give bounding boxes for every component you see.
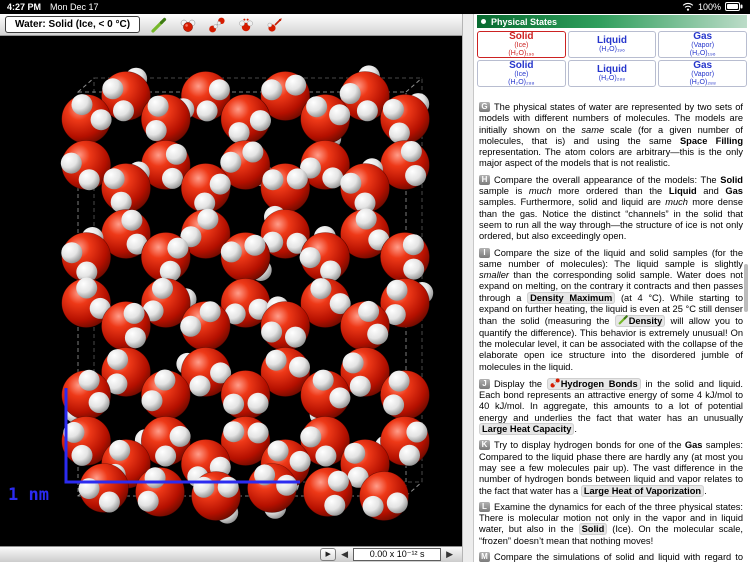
text-segment: Liquid xyxy=(668,186,697,197)
paragraph-badge: M xyxy=(479,551,490,562)
state-button-gas-196[interactable]: Gas (Vapor) (H₂O)₁₉₆ xyxy=(658,31,747,58)
playback-bar: ▶ ◀ 0.00 x 10⁻¹² s ▶ xyxy=(0,546,462,562)
paragraph-k: K Try to display hydrogen bonds for one o… xyxy=(479,440,743,497)
scrollbar-thumb[interactable] xyxy=(744,264,748,312)
panel-header: Physical States xyxy=(477,15,747,28)
wifi-icon xyxy=(682,2,694,13)
paragraph-badge: J xyxy=(479,378,490,389)
state-formula: (H₂O)₂₈₈ xyxy=(598,74,626,82)
state-name: Liquid xyxy=(596,34,627,46)
status-right: 100% xyxy=(682,1,743,13)
inline-link[interactable]: Large Heat Capacity xyxy=(479,423,575,436)
text-segment: representation. The atom colors are arbi… xyxy=(479,147,743,169)
text-segment: Display the xyxy=(494,378,547,389)
inline-link[interactable]: Hydrogen Bonds xyxy=(546,377,641,390)
text-segment: Solid xyxy=(720,174,743,185)
state-subtitle: (Vapor) xyxy=(691,70,715,78)
state-formula: (H₂O)₁₉₆ xyxy=(508,49,535,57)
paragraph-badge: I xyxy=(479,247,490,258)
text-segment: samples. Furthermore, solid and liquid a… xyxy=(479,197,666,208)
model-selector[interactable]: Water: Solid (Ice, < 0 °C) xyxy=(5,16,141,33)
text-segment: . xyxy=(574,424,577,435)
molecule-canvas: 1 nm xyxy=(8,65,434,524)
molecule-viewport[interactable]: 1 nm xyxy=(0,36,462,546)
state-button-solid-196[interactable]: Solid (Ice) (H₂O)₁₉₆ xyxy=(477,31,566,58)
paragraph-j: J Display the Hydrogen Bonds in the solid… xyxy=(479,377,743,436)
time-display: 0.00 x 10⁻¹² s xyxy=(353,548,442,561)
state-button-gas-288[interactable]: Gas (Vapor) (H₂O)₂₈₈ xyxy=(658,60,747,87)
paragraph-badge: K xyxy=(479,440,490,451)
state-formula: (H₂O)₂₈₈ xyxy=(689,78,716,86)
pane-divider xyxy=(462,14,474,562)
paragraph-h: H Compare the overall appearance of the m… xyxy=(479,174,743,243)
state-name: Liquid xyxy=(596,63,627,75)
measure-pencil-icon[interactable] xyxy=(149,15,169,35)
state-grid: Solid (Ice) (H₂O)₁₉₆ Liquid (H₂O)₁₉₆ Gas… xyxy=(477,31,747,87)
state-formula: (H₂O)₁₉₆ xyxy=(689,49,716,57)
state-formula: (H₂O)₂₈₈ xyxy=(508,78,535,86)
status-left: 4:27 PM Mon Dec 17 xyxy=(7,2,99,12)
paragraph-m: M Compare the simulations of solid and li… xyxy=(479,551,743,562)
info-panel: Physical States Solid (Ice) (H₂O)₁₉₆ Liq… xyxy=(474,14,750,562)
state-name: Solid xyxy=(509,30,534,42)
text-segment: and xyxy=(696,186,726,197)
scale-label: 1 nm xyxy=(8,485,49,505)
text-segment: Compare the overall appearance of the mo… xyxy=(494,174,721,185)
step-back-button[interactable]: ◀ xyxy=(341,549,348,560)
text-segment: Try to display hydrogen bonds for one of… xyxy=(494,440,685,451)
state-name: Gas xyxy=(693,59,713,71)
text-segment: Compare the simulations of solid and liq… xyxy=(494,551,743,562)
toolbar: Water: Solid (Ice, < 0 °C) xyxy=(0,14,462,36)
play-button[interactable]: ▶ xyxy=(320,548,337,561)
state-button-liquid-196[interactable]: Liquid (H₂O)₁₉₆ xyxy=(567,31,657,58)
battery-icon xyxy=(725,1,743,13)
inline-link[interactable]: Density xyxy=(614,315,666,328)
text-segment: more ordered than the xyxy=(551,186,669,197)
state-name: Solid xyxy=(509,59,534,71)
simulation-pane: Water: Solid (Ice, < 0 °C) 1 nm ▶ ◀ 0.00… xyxy=(0,14,462,562)
state-subtitle: (Vapor) xyxy=(691,41,715,49)
state-formula: (H₂O)₁₉₆ xyxy=(599,45,625,53)
inline-link[interactable]: Large Heat of Vaporization xyxy=(580,484,705,497)
water-molecule-icon[interactable] xyxy=(178,15,198,35)
app-window: 4:27 PM Mon Dec 17 100% Water: Solid (Ic… xyxy=(0,0,750,562)
hbond-icon xyxy=(550,378,560,388)
text-segment: Compare the size of the liquid and solid… xyxy=(479,247,743,269)
hydrogen-bond-icon[interactable] xyxy=(207,15,227,35)
text-segment: Space Filling xyxy=(679,135,743,146)
partial-charge-icon[interactable] xyxy=(236,15,256,35)
text-segment: . xyxy=(704,485,707,496)
text-segment: sample is xyxy=(479,186,529,197)
text-segment: Gas xyxy=(684,440,703,451)
state-subtitle: (Ice) xyxy=(514,41,529,49)
text-segment: much xyxy=(665,197,688,208)
inline-link[interactable]: Solid xyxy=(578,523,608,536)
panel-title: Physical States xyxy=(491,16,558,27)
inline-link[interactable]: Density Maximum xyxy=(527,291,616,304)
paragraph-l: L Examine the dynamics for each of the th… xyxy=(479,501,743,547)
text-segment: much xyxy=(528,186,552,197)
state-button-solid-288[interactable]: Solid (Ice) (H₂O)₂₈₈ xyxy=(477,60,566,87)
velocity-vector-icon[interactable] xyxy=(265,15,285,35)
paragraph-g: G The physical states of water are repres… xyxy=(479,102,743,170)
status-date: Mon Dec 17 xyxy=(50,2,99,12)
paragraph-i: I Compare the size of the liquid and soli… xyxy=(479,247,743,373)
status-time: 4:27 PM xyxy=(7,2,42,12)
paragraph-badge: G xyxy=(479,102,490,112)
state-name: Gas xyxy=(693,30,713,42)
state-button-liquid-288[interactable]: Liquid (H₂O)₂₈₈ xyxy=(567,60,657,87)
bullet-icon xyxy=(481,19,486,24)
paragraph-badge: L xyxy=(479,501,490,512)
article: G The physical states of water are repres… xyxy=(479,102,743,562)
text-segment: smaller xyxy=(479,270,509,281)
step-forward-button[interactable]: ▶ xyxy=(446,549,453,560)
pencil-icon xyxy=(618,315,628,325)
text-segment: Gas xyxy=(725,186,743,197)
state-subtitle: (Ice) xyxy=(514,70,529,78)
battery-percent: 100% xyxy=(697,2,721,12)
status-bar: 4:27 PM Mon Dec 17 100% xyxy=(0,0,750,14)
paragraph-badge: H xyxy=(479,174,490,185)
text-segment: same xyxy=(581,124,605,135)
